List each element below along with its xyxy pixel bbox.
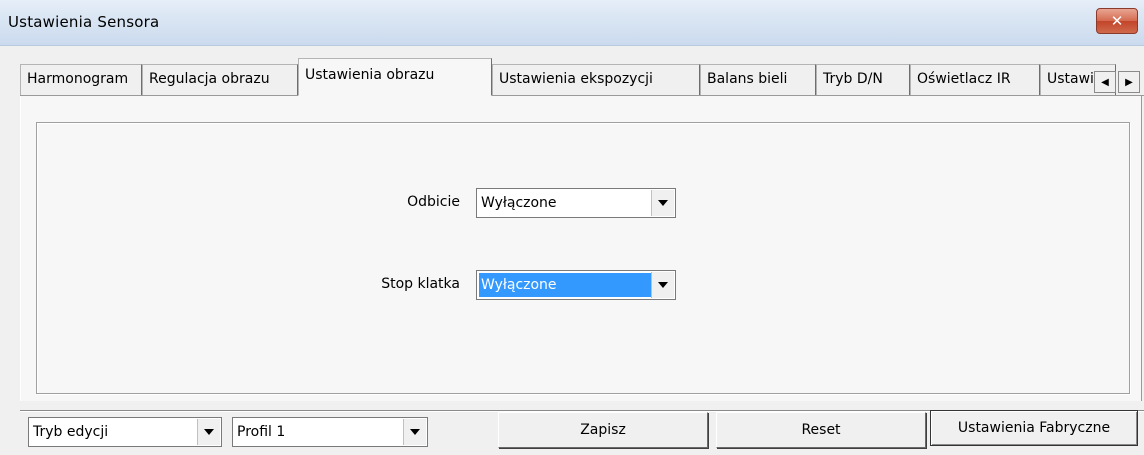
chevron-down-icon[interactable] xyxy=(403,419,426,445)
tab-label: Balans bieli xyxy=(707,71,788,87)
edit-mode-select[interactable]: Tryb edycji xyxy=(28,417,222,447)
close-button[interactable]: ✕ xyxy=(1096,8,1138,34)
tab-oswietlacz-ir[interactable]: Oświetlacz IR xyxy=(910,64,1040,95)
arrow-left-icon: ◀ xyxy=(1101,76,1109,88)
tab-balans-bieli[interactable]: Balans bieli xyxy=(700,64,816,95)
tab-label: Tryb D/N xyxy=(823,71,883,87)
tab-ustawienia-obrazu[interactable]: Ustawienia obrazu xyxy=(298,58,492,96)
tab-strip: Harmonogram Regulacja obrazu Ustawienia … xyxy=(20,58,1144,96)
tab-label: Oświetlacz IR xyxy=(917,71,1011,87)
edit-mode-value: Tryb edycji xyxy=(33,424,109,440)
title-bar: Ustawienia Sensora ✕ xyxy=(0,0,1144,46)
mirror-select[interactable]: Wyłączone xyxy=(476,188,676,218)
chevron-down-icon[interactable] xyxy=(651,272,674,298)
save-button-label: Zapisz xyxy=(580,422,626,438)
window-title: Ustawienia Sensora xyxy=(8,13,160,31)
factory-settings-button[interactable]: Ustawienia Fabryczne xyxy=(930,410,1138,446)
chevron-down-icon[interactable] xyxy=(197,419,220,445)
freeze-frame-select-value: Wyłączone xyxy=(479,273,651,297)
reset-button-label: Reset xyxy=(801,422,841,438)
freeze-frame-select[interactable]: Wyłączone xyxy=(476,270,676,300)
tab-tryb-dn[interactable]: Tryb D/N xyxy=(816,64,910,95)
tab-ustawienia-ekspozycji[interactable]: Ustawienia ekspozycji xyxy=(492,64,700,95)
close-icon: ✕ xyxy=(1110,12,1124,30)
profile-value: Profil 1 xyxy=(237,424,286,440)
chevron-down-icon[interactable] xyxy=(651,190,674,216)
save-button[interactable]: Zapisz xyxy=(498,412,708,448)
tab-regulacja-obrazu[interactable]: Regulacja obrazu xyxy=(142,64,298,95)
tab-scroll-left-button[interactable]: ◀ xyxy=(1094,71,1116,93)
tab-label: Harmonogram xyxy=(27,71,129,87)
mirror-label: Odbicie xyxy=(407,194,460,210)
mirror-select-value: Wyłączone xyxy=(481,195,557,211)
freeze-label: Stop klatka xyxy=(381,276,460,292)
profile-select[interactable]: Profil 1 xyxy=(232,417,428,447)
tab-label: Regulacja obrazu xyxy=(149,71,270,87)
factory-settings-button-label: Ustawienia Fabryczne xyxy=(957,420,1111,436)
settings-group-box xyxy=(36,122,1130,394)
arrow-right-icon: ▶ xyxy=(1125,76,1133,88)
tab-harmonogram[interactable]: Harmonogram xyxy=(20,64,142,95)
tab-label: Ustawienia obrazu xyxy=(305,67,435,83)
tab-scroll-right-button[interactable]: ▶ xyxy=(1118,71,1140,93)
tab-label: Ustawienia ekspozycji xyxy=(499,71,653,87)
reset-button[interactable]: Reset xyxy=(716,412,926,448)
